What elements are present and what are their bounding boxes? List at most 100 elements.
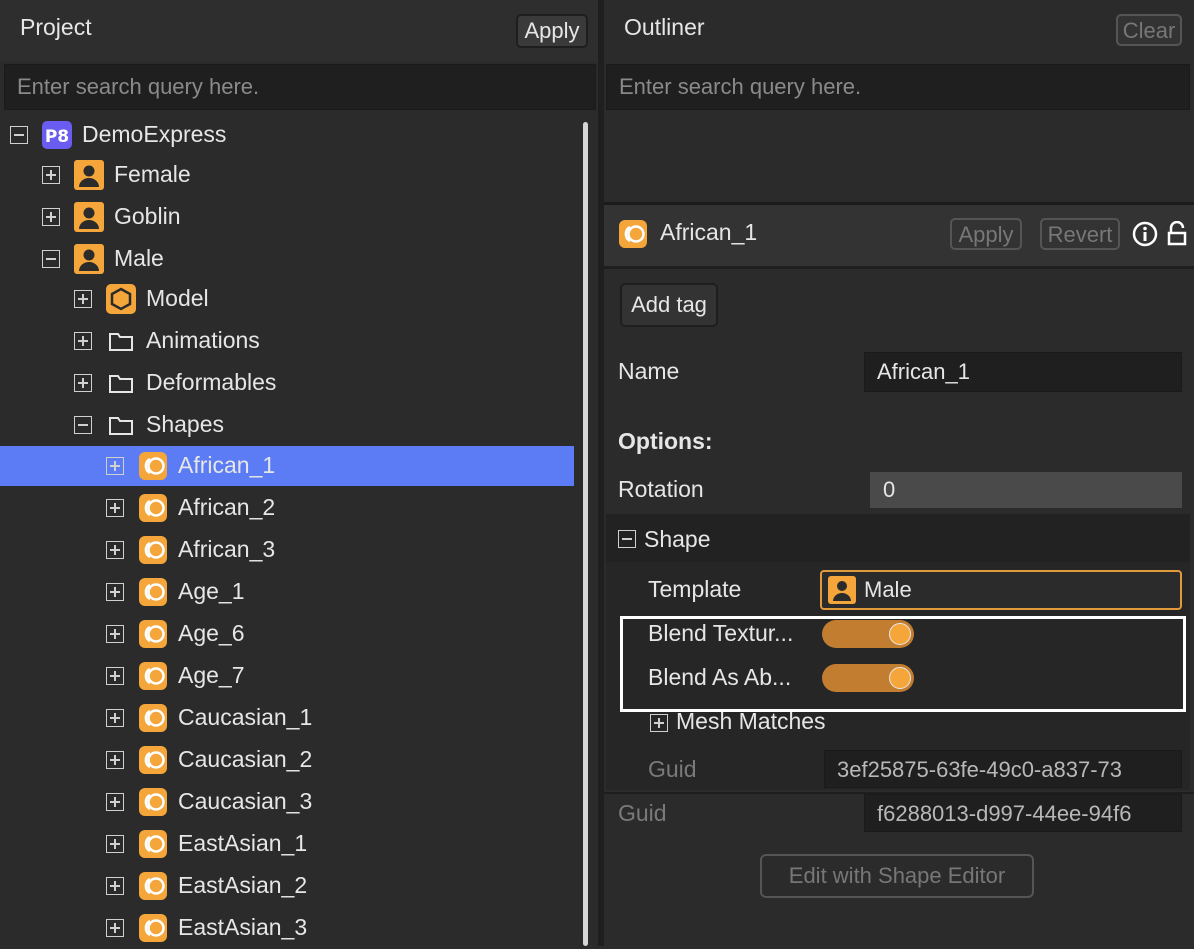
tree-item-label: Deformables [146, 369, 277, 395]
shape-section-header[interactable]: Shape [606, 514, 1190, 562]
tree-row[interactable]: EastAsian_2 [0, 866, 574, 906]
expand-icon[interactable] [106, 583, 124, 601]
folder-icon [106, 368, 136, 398]
tree-row[interactable]: Caucasian_1 [0, 698, 574, 738]
template-field[interactable]: Male [820, 570, 1182, 610]
expand-icon[interactable] [650, 714, 668, 732]
info-icon[interactable] [1132, 221, 1158, 247]
blend-textures-toggle[interactable] [822, 620, 914, 648]
shape-icon [138, 577, 168, 607]
p8-project-icon: P8 [42, 120, 72, 150]
tree-row[interactable]: Model [0, 279, 574, 319]
expand-icon[interactable] [106, 667, 124, 685]
tree-row[interactable]: Age_6 [0, 614, 574, 654]
expand-icon[interactable] [74, 332, 92, 350]
expand-icon[interactable] [106, 877, 124, 895]
collapse-icon[interactable] [10, 126, 28, 144]
tree-row[interactable]: African_1 [0, 446, 574, 486]
shape-icon [618, 219, 648, 249]
outliner-clear-button[interactable]: Clear [1116, 14, 1182, 46]
tree-item-label: Caucasian_1 [178, 704, 313, 730]
tree-item-label: Goblin [114, 203, 181, 229]
lock-icon[interactable] [1166, 220, 1188, 247]
shape-section-title: Shape [644, 526, 711, 552]
shape-icon [138, 745, 168, 775]
expand-icon[interactable] [106, 835, 124, 853]
tree-row[interactable]: Female [0, 155, 574, 195]
guid-label: Guid [618, 800, 667, 826]
collapse-icon[interactable] [42, 250, 60, 268]
expand-icon[interactable] [106, 919, 124, 937]
tree-row[interactable]: Animations [0, 321, 574, 361]
project-title: Project [20, 14, 92, 40]
collapse-icon[interactable] [618, 530, 636, 548]
collapse-icon[interactable] [74, 416, 92, 434]
person-icon [828, 576, 856, 604]
shape-icon [138, 451, 168, 481]
expand-icon[interactable] [42, 208, 60, 226]
tree-row[interactable]: Goblin [0, 197, 574, 237]
inner-guid-field[interactable]: 3ef25875-63fe-49c0-a837-73 [824, 750, 1182, 788]
shape-icon [138, 913, 168, 943]
inspector-header: African_1 Apply Revert [604, 205, 1194, 267]
expand-icon[interactable] [74, 374, 92, 392]
expand-icon[interactable] [42, 166, 60, 184]
shape-icon [138, 871, 168, 901]
outliner-search-input[interactable] [606, 64, 1190, 110]
toggle-knob [889, 667, 911, 689]
mesh-matches-label[interactable]: Mesh Matches [676, 708, 826, 735]
project-scrollbar[interactable] [583, 122, 588, 946]
project-apply-button[interactable]: Apply [516, 14, 588, 48]
hexagon-model-icon [106, 284, 136, 314]
tree-item-label: African_1 [178, 452, 276, 478]
expand-icon[interactable] [106, 751, 124, 769]
expand-icon[interactable] [106, 541, 124, 559]
person-icon [74, 202, 104, 232]
tree-row[interactable]: Age_7 [0, 656, 574, 696]
expand-icon[interactable] [74, 290, 92, 308]
expand-icon[interactable] [106, 625, 124, 643]
tree-row[interactable]: Caucasian_2 [0, 740, 574, 780]
expand-icon[interactable] [106, 709, 124, 727]
outliner-title: Outliner [624, 14, 705, 40]
template-label: Template [648, 576, 742, 602]
folder-icon [106, 410, 136, 440]
expand-icon[interactable] [106, 793, 124, 811]
tree-row[interactable]: P8 DemoExpress [0, 115, 574, 155]
rotation-field[interactable]: 0 [870, 472, 1182, 508]
tree-item-label: Caucasian_2 [178, 746, 313, 772]
toggle-knob [889, 623, 911, 645]
tree-item-label: DemoExpress [82, 121, 227, 147]
project-header: Project Apply [0, 0, 598, 62]
project-search-input[interactable] [4, 64, 596, 110]
shape-icon [138, 703, 168, 733]
blend-absolute-label: Blend As Ab... [648, 664, 792, 690]
inspector-revert-button[interactable]: Revert [1040, 218, 1120, 250]
tree-row[interactable]: Age_1 [0, 572, 574, 612]
inspector-apply-button[interactable]: Apply [950, 218, 1022, 250]
tree-row[interactable]: Male [0, 239, 574, 279]
tree-row[interactable]: Caucasian_3 [0, 782, 574, 822]
expand-icon[interactable] [106, 457, 124, 475]
add-tag-button[interactable]: Add tag [620, 283, 718, 327]
tree-row[interactable]: EastAsian_3 [0, 908, 574, 948]
person-icon [74, 160, 104, 190]
tree-row[interactable]: African_3 [0, 530, 574, 570]
tree-row[interactable]: African_2 [0, 488, 574, 528]
shape-icon [138, 493, 168, 523]
person-icon [74, 244, 104, 274]
tree-row[interactable]: Deformables [0, 363, 574, 403]
inner-guid-label: Guid [648, 756, 697, 782]
tree-item-label: Animations [146, 327, 260, 353]
blend-absolute-toggle[interactable] [822, 664, 914, 692]
project-panel: Project Apply P8 DemoExpress Female Goblin M… [0, 0, 598, 946]
shape-icon [138, 787, 168, 817]
tree-row[interactable]: EastAsian_1 [0, 824, 574, 864]
tree-row[interactable]: Shapes [0, 405, 574, 445]
name-field[interactable]: African_1 [864, 352, 1182, 392]
edit-shape-editor-button[interactable]: Edit with Shape Editor [760, 854, 1034, 898]
expand-icon[interactable] [106, 499, 124, 517]
right-panel: Outliner Clear African_1 Apply Revert Ad… [604, 0, 1194, 946]
tree-item-label: Age_1 [178, 578, 245, 604]
guid-field[interactable]: f6288013-d997-44ee-94f6 [864, 794, 1182, 832]
